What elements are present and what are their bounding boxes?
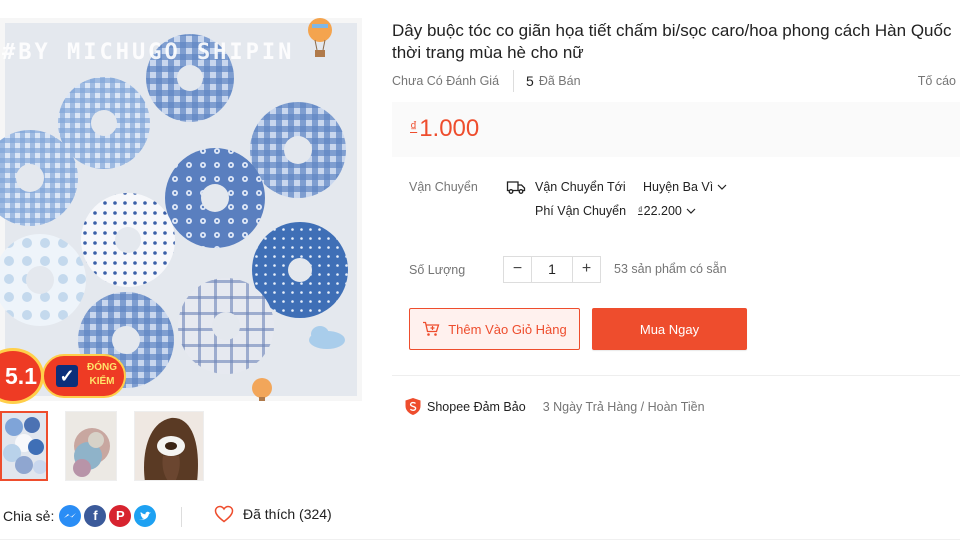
promo-text-line1: ĐÓNG: [87, 362, 117, 373]
thumbnail-1-image: [2, 413, 46, 479]
heart-icon: [214, 505, 234, 523]
facebook-icon[interactable]: f: [84, 505, 107, 527]
messenger-glyph: [64, 513, 77, 518]
ship-fee-label: Phí Vận Chuyển: [535, 204, 627, 218]
quantity-decrease-button[interactable]: −: [504, 257, 532, 282]
truck-icon: [506, 181, 526, 194]
messenger-icon[interactable]: [59, 505, 82, 527]
section-divider: [392, 375, 960, 376]
guarantee-title: Shopee Đảm Bảo: [427, 399, 526, 414]
quantity-label: Số Lượng: [409, 263, 466, 277]
ship-to-dropdown[interactable]: Huyện Ba Vì: [643, 180, 727, 194]
shipping-label: Vận Chuyển: [409, 180, 478, 194]
buy-now-button[interactable]: Mua Ngay: [592, 308, 747, 350]
promo-text-line2: KIỂM: [89, 376, 115, 387]
product-title-line1: Dây buộc tóc co giãn họa tiết chấm bi/sọ…: [392, 21, 952, 40]
rating-status: Chưa Có Đánh Giá: [392, 74, 500, 88]
thumbnail-strip: [0, 411, 204, 481]
check-icon: ✓: [56, 365, 78, 387]
thumbnail-3-image: [135, 412, 203, 480]
price: ₫ 1.000: [410, 115, 479, 143]
product-page: #BY MICHUGO SHIPIN 5.1 ✓ ĐÓNG KIỂM Chia …: [0, 0, 960, 540]
twitter-glyph: [139, 511, 152, 520]
ship-fee-value: 22.200: [643, 204, 682, 218]
cart-add-icon: [423, 321, 440, 336]
report-link[interactable]: Tố cáo: [918, 74, 956, 88]
ship-to-value: Huyện Ba Vì: [643, 180, 714, 194]
balloon-sticker-icon: [308, 18, 332, 57]
promo-number: 5.1: [0, 348, 44, 404]
chevron-down-icon: [686, 208, 696, 214]
image-watermark: #BY MICHUGO SHIPIN: [2, 40, 295, 65]
main-product-image[interactable]: #BY MICHUGO SHIPIN: [0, 18, 362, 401]
chevron-down-icon: [717, 184, 727, 190]
price-value: 1.000: [419, 115, 480, 142]
stock-count: 53 sản phẩm có sẵn: [614, 262, 727, 276]
ship-to-label: Vận Chuyển Tới: [535, 180, 626, 194]
like-button[interactable]: Đã thích (324): [214, 505, 332, 523]
thumbnail-2[interactable]: [65, 411, 117, 481]
promo-text: ĐÓNG KIỂM: [82, 361, 122, 389]
scrunchies-photo: [0, 18, 362, 401]
add-to-cart-label: Thêm Vào Giỏ Hàng: [448, 321, 567, 337]
price-box: ₫ 1.000: [392, 102, 960, 157]
product-title: Dây buộc tóc co giãn họa tiết chấm bi/sọ…: [392, 20, 960, 64]
like-count: Đã thích (324): [243, 506, 332, 522]
share-divider: [181, 507, 182, 527]
thumbnail-3[interactable]: [134, 411, 204, 481]
buy-now-label: Mua Ngay: [639, 321, 700, 337]
shopee-guarantee[interactable]: Shopee Đảm Bảo 3 Ngày Trả Hàng / Hoàn Ti…: [404, 397, 705, 416]
share-bar: Chia sẻ: f P: [3, 505, 159, 527]
quantity-increase-button[interactable]: +: [572, 257, 600, 282]
promo-badge: 5.1 ✓ ĐÓNG KIỂM: [0, 348, 130, 404]
thumbnail-2-image: [66, 412, 116, 480]
product-meta: Chưa Có Đánh Giá 5 Đã Bán Tố cáo: [392, 70, 960, 92]
price-currency: ₫: [410, 118, 418, 134]
pinterest-icon[interactable]: P: [109, 505, 132, 527]
product-title-line2: thời trang mùa hè cho nữ: [392, 43, 584, 62]
quantity-input[interactable]: 1: [532, 257, 572, 282]
thumbnail-1[interactable]: [0, 411, 48, 481]
ship-fee-dropdown[interactable]: ₫ 22.200: [638, 204, 696, 218]
guarantee-desc: 3 Ngày Trả Hàng / Hoàn Tiền: [542, 399, 705, 414]
meta-divider: [513, 70, 515, 92]
add-to-cart-button[interactable]: Thêm Vào Giỏ Hàng: [409, 308, 580, 350]
quantity-stepper: − 1 +: [503, 256, 601, 283]
sold-label: Đã Bán: [538, 74, 581, 88]
sold-count: 5: [526, 73, 534, 89]
shield-icon: [405, 398, 421, 415]
ship-fee-currency: ₫: [638, 204, 643, 215]
share-label: Chia sẻ:: [3, 508, 55, 524]
twitter-icon[interactable]: [134, 505, 157, 527]
